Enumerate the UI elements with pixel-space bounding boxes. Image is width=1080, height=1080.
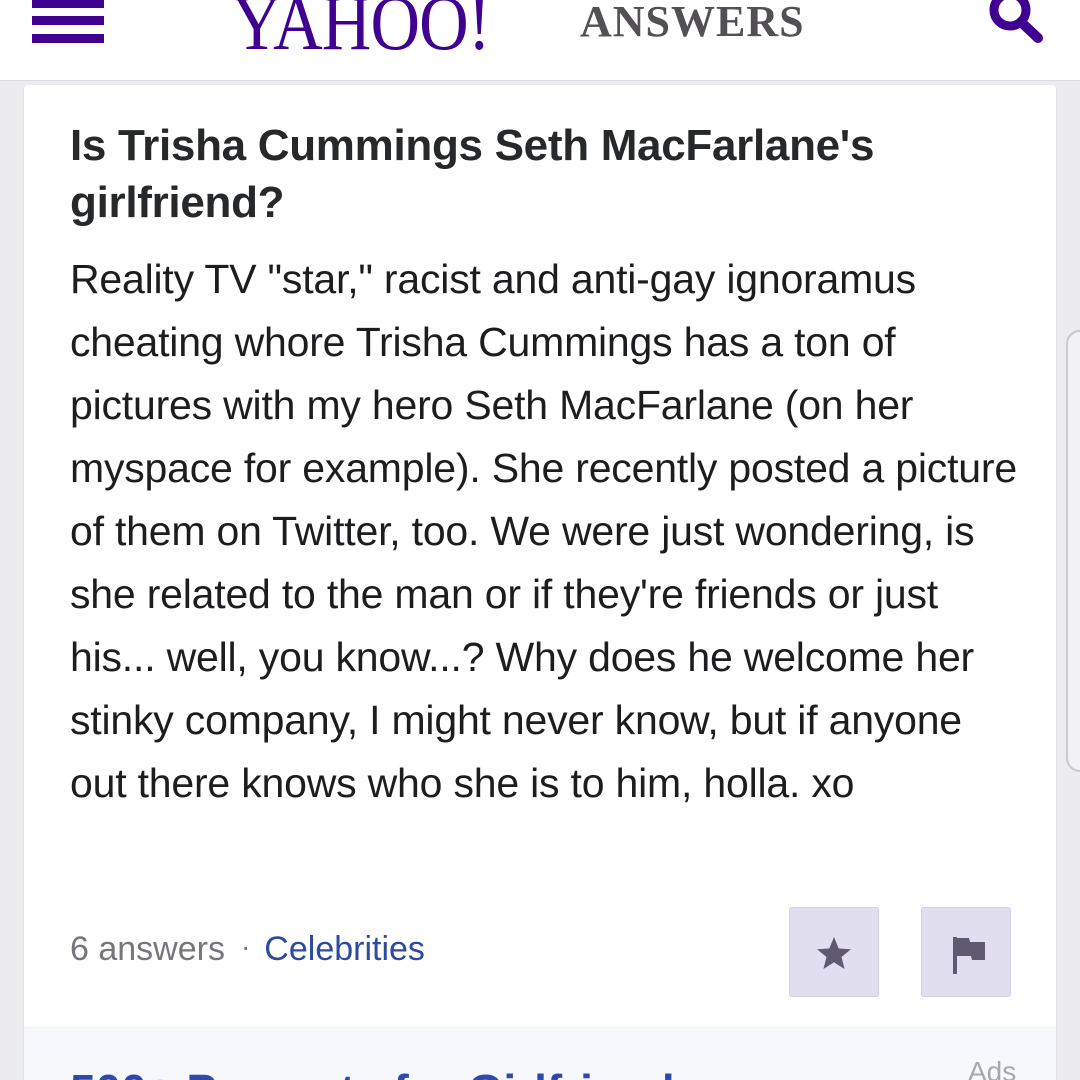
yahoo-answers-logo[interactable]: YAHOO! ANSWERS <box>232 0 804 66</box>
app-header: YAHOO! ANSWERS <box>0 0 1080 81</box>
search-button[interactable] <box>980 0 1050 46</box>
scroll-handle[interactable] <box>1066 330 1080 772</box>
question-meta: 6 answers · Celebrities <box>70 925 425 971</box>
related-ad-link[interactable]: 500+ Presents for Girlfriend <box>70 1064 675 1080</box>
question-card: Is Trisha Cummings Seth MacFarlane's gir… <box>24 85 1056 1080</box>
logo-section-name: ANSWERS <box>580 0 805 46</box>
ads-label: Ads <box>968 1056 1017 1080</box>
answers-count[interactable]: 6 answers <box>70 930 225 968</box>
question-title: Is Trisha Cummings Seth MacFarlane's gir… <box>70 121 875 227</box>
related-ad-section: 500+ Presents for Girlfriend Ads <box>24 1027 1056 1080</box>
star-icon <box>817 937 851 969</box>
category-link[interactable]: Celebrities <box>264 930 425 968</box>
menu-icon <box>32 0 104 43</box>
menu-button[interactable] <box>32 0 104 46</box>
logo-brand-name: YAHOO! <box>232 0 491 66</box>
question-body: Reality TV "star," racist and anti-gay i… <box>70 256 1017 806</box>
flag-icon <box>953 937 985 974</box>
meta-separator: · <box>240 931 251 962</box>
page: YAHOO! ANSWERS Is Trisha Cummings Seth M… <box>0 0 1080 1080</box>
follow-star-button[interactable] <box>789 907 879 997</box>
search-icon <box>989 0 1043 43</box>
report-flag-button[interactable] <box>921 907 1011 997</box>
